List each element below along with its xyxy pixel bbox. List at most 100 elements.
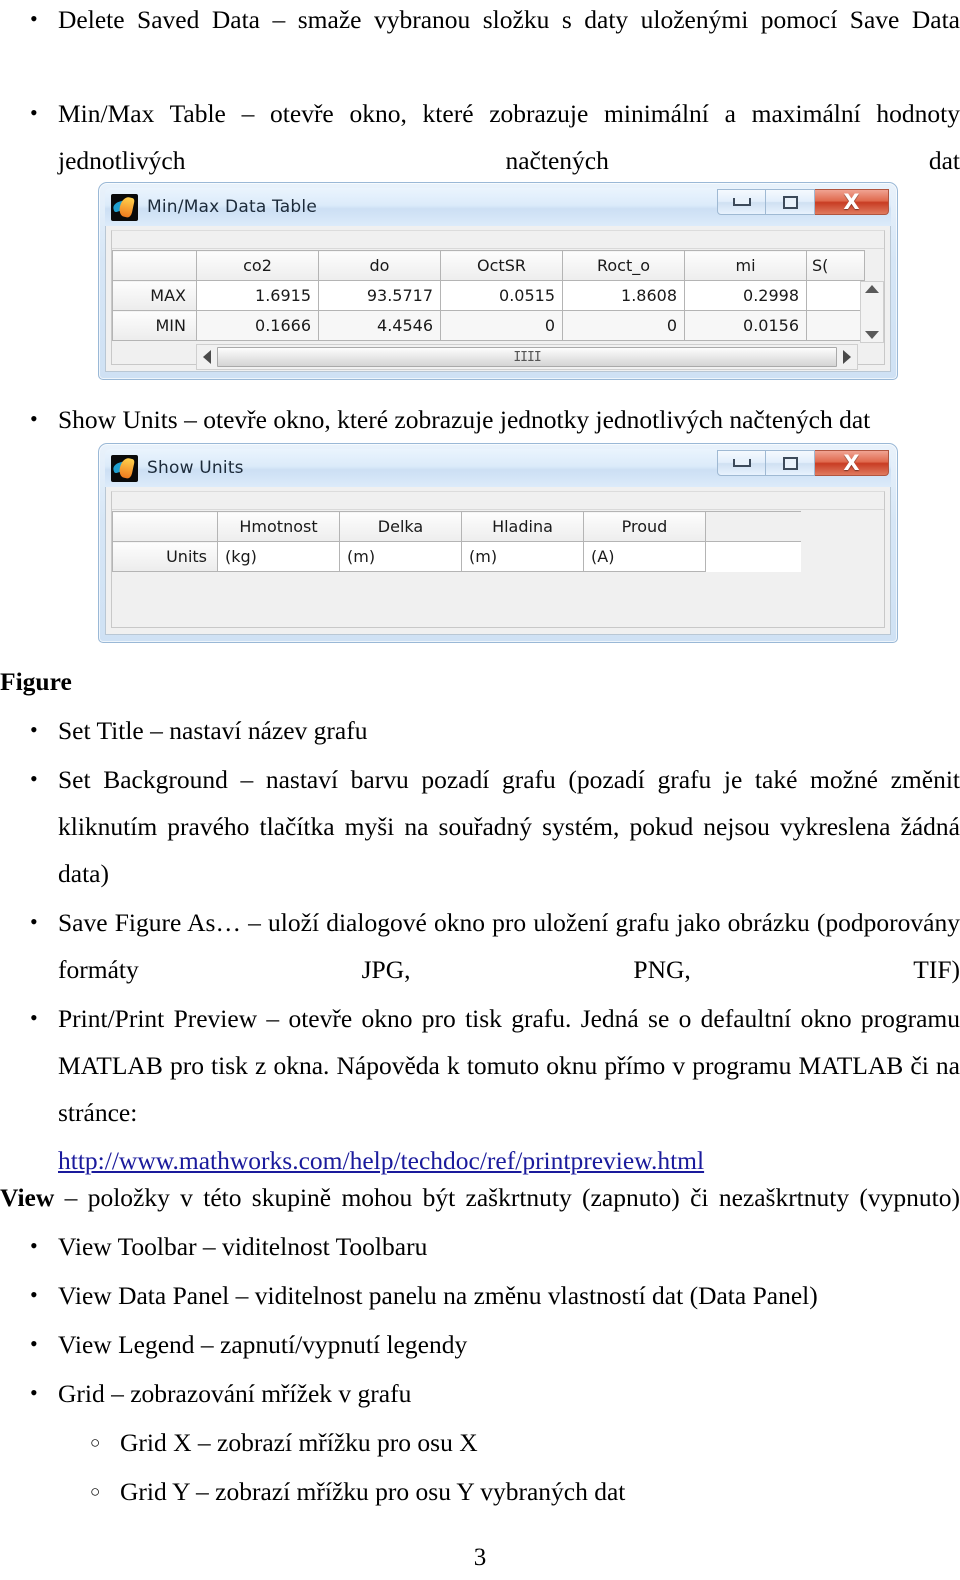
units-table[interactable]: Hmotnost Delka Hladina Proud Units (kg) … bbox=[112, 511, 801, 572]
table-header-row: Hmotnost Delka Hladina Proud bbox=[112, 511, 801, 542]
list-item: Grid – zobrazování mřížek v grafu bbox=[0, 1369, 960, 1417]
printpreview-help-link[interactable]: http://www.mathworks.com/help/techdoc/re… bbox=[58, 1146, 704, 1175]
maximize-icon bbox=[782, 456, 798, 470]
scroll-left-arrow[interactable] bbox=[203, 350, 211, 364]
table-header-row: co2 do OctSR Roct_o mi S( bbox=[112, 250, 865, 281]
scroll-right-arrow[interactable] bbox=[843, 350, 851, 364]
figure-section: Figure Set Title – nastaví název grafu S… bbox=[0, 658, 960, 1184]
column-header[interactable]: Proud bbox=[583, 511, 706, 542]
row-header: MAX bbox=[112, 280, 197, 311]
window-controls: X bbox=[717, 450, 889, 478]
table-cell[interactable]: (m) bbox=[461, 541, 584, 572]
sub-list-item: Grid Y – zobrazí mřížku pro osu Y vybran… bbox=[0, 1468, 960, 1515]
minmax-table[interactable]: co2 do OctSR Roct_o mi S( MAX 1.6915 93. bbox=[112, 250, 865, 341]
column-header[interactable]: Hmotnost bbox=[217, 511, 340, 542]
show-units-window[interactable]: Show Units X Hmotnost Delka Hladina Prou… bbox=[98, 443, 898, 643]
table-row[interactable]: MIN 0.1666 4.4546 0 0 0.0156 bbox=[112, 310, 865, 341]
scroll-thumb-grip: IIII bbox=[513, 349, 541, 365]
column-header[interactable]: co2 bbox=[196, 250, 319, 281]
list-item: View Data Panel – viditelnost panelu na … bbox=[0, 1271, 960, 1319]
list-item: Save Figure As… – uloží dialogové okno p… bbox=[0, 898, 960, 993]
table-toolbar-strip bbox=[112, 231, 884, 249]
table-cell[interactable]: 1.8608 bbox=[562, 280, 685, 311]
column-header[interactable]: do bbox=[318, 250, 441, 281]
show-units-bullet: Show Units – otevře okno, které zobrazuj… bbox=[0, 395, 960, 443]
close-button[interactable]: X bbox=[815, 450, 889, 476]
list-item: View Legend – zapnutí/vypnutí legendy bbox=[0, 1320, 960, 1368]
minmax-data-table-window[interactable]: Min/Max Data Table X co2 do OctSR Roct_o… bbox=[98, 182, 898, 380]
table-cell[interactable]: 0.1666 bbox=[196, 310, 319, 341]
list-item: Min/Max Table – otevře okno, které zobra… bbox=[0, 89, 960, 184]
view-section: View – položky v této skupině mohou být … bbox=[0, 1174, 960, 1515]
section-heading-view: View bbox=[0, 1183, 55, 1212]
maximize-icon bbox=[782, 195, 798, 209]
horizontal-scroll-thumb[interactable]: IIII bbox=[217, 347, 837, 367]
table-cell[interactable]: (kg) bbox=[217, 541, 340, 572]
minimize-icon bbox=[732, 198, 751, 206]
column-header[interactable]: Hladina bbox=[461, 511, 584, 542]
close-button[interactable]: X bbox=[815, 189, 889, 215]
maximize-button[interactable] bbox=[766, 189, 815, 215]
list-item: Print/Print Preview – otevře okno pro ti… bbox=[0, 994, 960, 1136]
window-title: Min/Max Data Table bbox=[147, 197, 317, 217]
table-row[interactable]: MAX 1.6915 93.5717 0.0515 1.8608 0.2998 bbox=[112, 280, 865, 311]
table-panel: co2 do OctSR Roct_o mi S( MAX 1.6915 93. bbox=[111, 230, 885, 370]
table-cell[interactable]: 0 bbox=[562, 310, 685, 341]
table-cell[interactable] bbox=[806, 310, 865, 341]
view-intro-paragraph: View – položky v této skupině mohou být … bbox=[0, 1174, 960, 1221]
view-intro-text: – položky v této skupině mohou být zaškr… bbox=[54, 1183, 960, 1212]
column-header[interactable]: Delka bbox=[339, 511, 462, 542]
table-cell[interactable]: 0.2998 bbox=[684, 280, 807, 311]
table-row[interactable]: Units (kg) (m) (m) (A) bbox=[112, 541, 801, 572]
table-cell[interactable]: 93.5717 bbox=[318, 280, 441, 311]
table-cell[interactable]: 0 bbox=[440, 310, 563, 341]
table-panel: Hmotnost Delka Hladina Proud Units (kg) … bbox=[111, 491, 885, 628]
vertical-scrollbar[interactable] bbox=[860, 281, 884, 343]
list-item: Show Units – otevře okno, které zobrazuj… bbox=[0, 395, 960, 443]
window-titlebar: Show Units X bbox=[105, 449, 891, 487]
column-header[interactable]: OctSR bbox=[440, 250, 563, 281]
table-cell[interactable]: (A) bbox=[583, 541, 706, 572]
corner-header bbox=[112, 511, 218, 542]
close-icon: X bbox=[843, 450, 860, 475]
minimize-button[interactable] bbox=[717, 450, 766, 476]
top-bullet-list: Delete Saved Data – smaže vybranou složk… bbox=[0, 0, 960, 184]
window-body: co2 do OctSR Roct_o mi S( MAX 1.6915 93. bbox=[105, 226, 891, 372]
row-header: MIN bbox=[112, 310, 197, 341]
page-footer: 3 bbox=[0, 1544, 960, 1572]
table-cell[interactable] bbox=[705, 541, 801, 572]
window-titlebar: Min/Max Data Table X bbox=[105, 188, 891, 226]
corner-header bbox=[112, 250, 197, 281]
minimize-button[interactable] bbox=[717, 189, 766, 215]
table-cell[interactable]: (m) bbox=[339, 541, 462, 572]
column-header[interactable]: mi bbox=[684, 250, 807, 281]
close-icon: X bbox=[843, 189, 860, 214]
list-item: Set Background – nastaví barvu pozadí gr… bbox=[0, 755, 960, 897]
section-heading-figure: Figure bbox=[0, 667, 72, 696]
horizontal-scrollbar[interactable]: IIII bbox=[196, 344, 858, 370]
column-header-empty bbox=[705, 511, 801, 542]
column-header[interactable]: Roct_o bbox=[562, 250, 685, 281]
list-item: Set Title – nastaví název grafu bbox=[0, 706, 960, 754]
table-cell[interactable]: 4.4546 bbox=[318, 310, 441, 341]
table-cell[interactable]: 1.6915 bbox=[196, 280, 319, 311]
matlab-membrane-icon bbox=[111, 454, 138, 482]
matlab-membrane-icon bbox=[111, 193, 138, 221]
table-toolbar-strip bbox=[112, 492, 884, 510]
scroll-down-arrow[interactable] bbox=[865, 331, 879, 339]
document-page: Delete Saved Data – smaže vybranou složk… bbox=[0, 0, 960, 1580]
page-number: 3 bbox=[473, 1544, 487, 1571]
table-cell[interactable] bbox=[806, 280, 865, 311]
window-body: Hmotnost Delka Hladina Proud Units (kg) … bbox=[105, 487, 891, 635]
list-item: Delete Saved Data – smaže vybranou složk… bbox=[0, 0, 960, 43]
table-cell[interactable]: 0.0515 bbox=[440, 280, 563, 311]
column-header-partial[interactable]: S( bbox=[806, 250, 865, 281]
row-header: Units bbox=[112, 541, 218, 572]
minimize-icon bbox=[732, 459, 751, 467]
scroll-up-arrow[interactable] bbox=[865, 285, 879, 293]
table-cell[interactable]: 0.0156 bbox=[684, 310, 807, 341]
window-controls: X bbox=[717, 189, 889, 217]
sub-list-item: Grid X – zobrazí mřížku pro osu X bbox=[0, 1419, 960, 1466]
window-title: Show Units bbox=[147, 458, 244, 478]
maximize-button[interactable] bbox=[766, 450, 815, 476]
